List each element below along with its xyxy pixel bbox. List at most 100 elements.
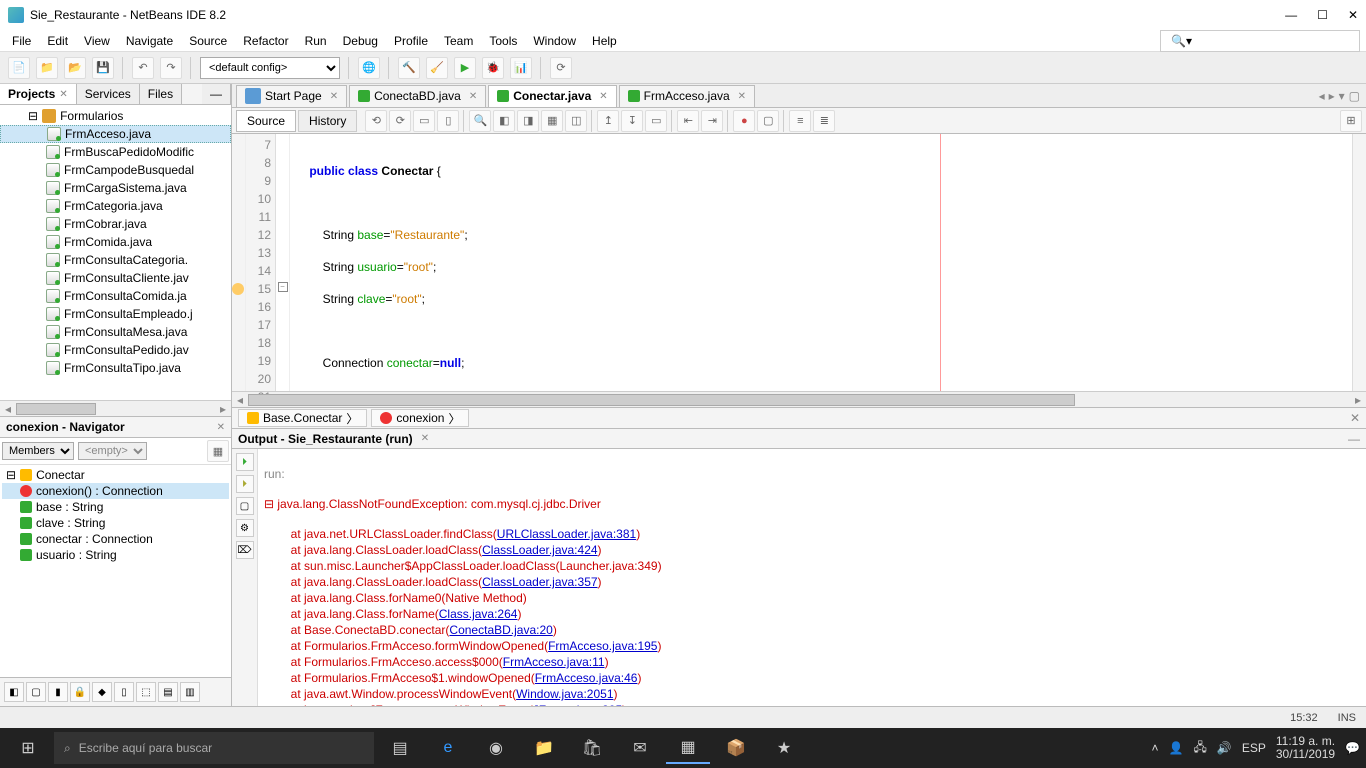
editor-tool-icon[interactable]: ⟳ — [389, 110, 411, 132]
menu-debug[interactable]: Debug — [337, 32, 384, 50]
close-button[interactable]: ✕ — [1348, 8, 1358, 22]
redo-button[interactable]: ↷ — [160, 57, 182, 79]
filter-button[interactable]: ⬚ — [136, 682, 156, 702]
filter-button[interactable]: ▮ — [48, 682, 68, 702]
task-view-icon[interactable]: ▤ — [378, 732, 422, 764]
close-icon[interactable]: ✕ — [469, 91, 477, 102]
tree-item[interactable]: FrmConsultaTipo.java — [0, 359, 231, 377]
tab-next-icon[interactable]: ▸ — [1329, 89, 1335, 103]
close-breadcrumb-icon[interactable]: ✕ — [1350, 411, 1360, 425]
mail-icon[interactable]: ✉ — [618, 732, 662, 764]
tree-item[interactable]: FrmConsultaComida.ja — [0, 287, 231, 305]
close-icon[interactable]: ✕ — [738, 91, 746, 102]
breadcrumb-method[interactable]: conexion〉 — [371, 409, 469, 427]
editor-hscroll[interactable]: ◂▸ — [232, 391, 1366, 407]
app-icon[interactable]: ★ — [762, 732, 806, 764]
store-icon[interactable]: 🛍 — [570, 732, 614, 764]
projects-tab[interactable]: Projects✕ — [0, 84, 77, 104]
rerun-debug-button[interactable]: ⏵ — [236, 475, 254, 493]
debug-button[interactable]: 🐞 — [482, 57, 504, 79]
navigator-class[interactable]: ⊟Conectar — [2, 467, 229, 483]
error-stripe[interactable] — [1352, 134, 1366, 391]
filter-button[interactable]: ◧ — [4, 682, 24, 702]
rerun-button[interactable]: ⏵ — [236, 453, 254, 471]
code-area[interactable]: public class Conectar { String base="Res… — [290, 134, 1352, 391]
menu-source[interactable]: Source — [183, 32, 233, 50]
menu-refactor[interactable]: Refactor — [237, 32, 294, 50]
editor-tool-icon[interactable]: ≣ — [813, 110, 835, 132]
navigator-settings-icon[interactable]: ▦ — [207, 440, 229, 462]
menu-team[interactable]: Team — [438, 32, 479, 50]
tree-item[interactable]: FrmConsultaMesa.java — [0, 323, 231, 341]
menu-view[interactable]: View — [78, 32, 116, 50]
taskbar-search[interactable]: ⌕Escribe aquí para buscar — [54, 732, 374, 764]
language-indicator[interactable]: ESP — [1242, 741, 1266, 755]
source-tab[interactable]: Source — [236, 110, 296, 132]
filter-button[interactable]: 🔒 — [70, 682, 90, 702]
tree-item[interactable]: FrmCategoria.java — [0, 197, 231, 215]
reload-button[interactable]: ⟳ — [550, 57, 572, 79]
navigator-item[interactable]: conexion() : Connection — [2, 483, 229, 499]
filter-button[interactable]: ▢ — [26, 682, 46, 702]
run-button[interactable]: ▶ — [454, 57, 476, 79]
navigator-item[interactable]: base : String — [2, 499, 229, 515]
tree-item[interactable]: FrmCobrar.java — [0, 215, 231, 233]
tab-conectar[interactable]: Conectar.java✕ — [488, 85, 616, 107]
filter-button[interactable]: ▤ — [158, 682, 178, 702]
volume-icon[interactable]: 🔊 — [1217, 741, 1232, 755]
notifications-icon[interactable]: 💬 — [1345, 741, 1360, 755]
minimize-panel[interactable]: — — [202, 84, 231, 104]
filter-button[interactable]: ▯ — [114, 682, 134, 702]
tree-item[interactable]: FrmComida.java — [0, 233, 231, 251]
tree-item[interactable]: FrmAcceso.java — [0, 125, 231, 143]
open-project-button[interactable]: 📂 — [64, 57, 86, 79]
filter-button[interactable]: ◆ — [92, 682, 112, 702]
tab-conectabd[interactable]: ConectaBD.java✕ — [349, 85, 486, 107]
editor-tool-icon[interactable]: ▭ — [645, 110, 667, 132]
editor-tool-icon[interactable]: 🔍 — [469, 110, 491, 132]
close-icon[interactable]: ✕ — [59, 89, 67, 100]
editor-tool-icon[interactable]: ⇥ — [701, 110, 723, 132]
navigator-item[interactable]: clave : String — [2, 515, 229, 531]
browser-button[interactable]: 🌐 — [358, 57, 380, 79]
navigator-filter-select[interactable]: <empty> — [78, 442, 147, 460]
fold-column[interactable]: − — [276, 134, 290, 391]
tree-item[interactable]: FrmConsultaPedido.jav — [0, 341, 231, 359]
editor-tool-icon[interactable]: ▯ — [437, 110, 459, 132]
menu-run[interactable]: Run — [299, 32, 333, 50]
start-button[interactable]: ⊞ — [6, 732, 50, 764]
close-icon[interactable]: ✕ — [599, 91, 607, 102]
menu-profile[interactable]: Profile — [388, 32, 434, 50]
clear-button[interactable]: ⌦ — [236, 541, 254, 559]
profile-button[interactable]: 📊 — [510, 57, 532, 79]
undo-button[interactable]: ↶ — [132, 57, 154, 79]
tree-item[interactable]: FrmConsultaCliente.jav — [0, 269, 231, 287]
editor-tool-icon[interactable]: ▭ — [413, 110, 435, 132]
menu-window[interactable]: Window — [527, 32, 582, 50]
maximize-button[interactable]: ☐ — [1317, 8, 1328, 22]
tree-hscroll[interactable]: ◂▸ — [0, 400, 231, 416]
tree-item[interactable]: FrmCargaSistema.java — [0, 179, 231, 197]
clean-build-button[interactable]: 🧹 — [426, 57, 448, 79]
explorer-icon[interactable]: 📁 — [522, 732, 566, 764]
navigator-view-select[interactable]: Members — [2, 442, 74, 460]
hint-bulb-icon[interactable] — [232, 283, 244, 295]
menu-edit[interactable]: Edit — [41, 32, 74, 50]
tab-list-icon[interactable]: ▾ — [1339, 89, 1345, 103]
clock[interactable]: 11:19 a. m.30/11/2019 — [1276, 735, 1335, 761]
files-tab[interactable]: Files — [140, 84, 182, 104]
tree-item[interactable]: FrmConsultaEmpleado.j — [0, 305, 231, 323]
editor-tool-icon[interactable]: ⟲ — [365, 110, 387, 132]
editor-options-icon[interactable]: ⊞ — [1340, 110, 1362, 132]
breadcrumb-class[interactable]: Base.Conectar〉 — [238, 409, 367, 427]
tab-frmacceso[interactable]: FrmAcceso.java✕ — [619, 85, 755, 107]
close-icon[interactable]: ✕ — [330, 91, 338, 102]
editor-tool-icon[interactable]: ◧ — [493, 110, 515, 132]
tree-item[interactable]: FrmBuscaPedidoModific — [0, 143, 231, 161]
menu-tools[interactable]: Tools — [483, 32, 523, 50]
navigator-item[interactable]: usuario : String — [2, 547, 229, 563]
menu-help[interactable]: Help — [586, 32, 623, 50]
save-all-button[interactable]: 💾 — [92, 57, 114, 79]
navigator-tree[interactable]: ⊟Conectar conexion() : Connection base :… — [0, 465, 231, 677]
close-icon[interactable]: ✕ — [421, 433, 429, 444]
